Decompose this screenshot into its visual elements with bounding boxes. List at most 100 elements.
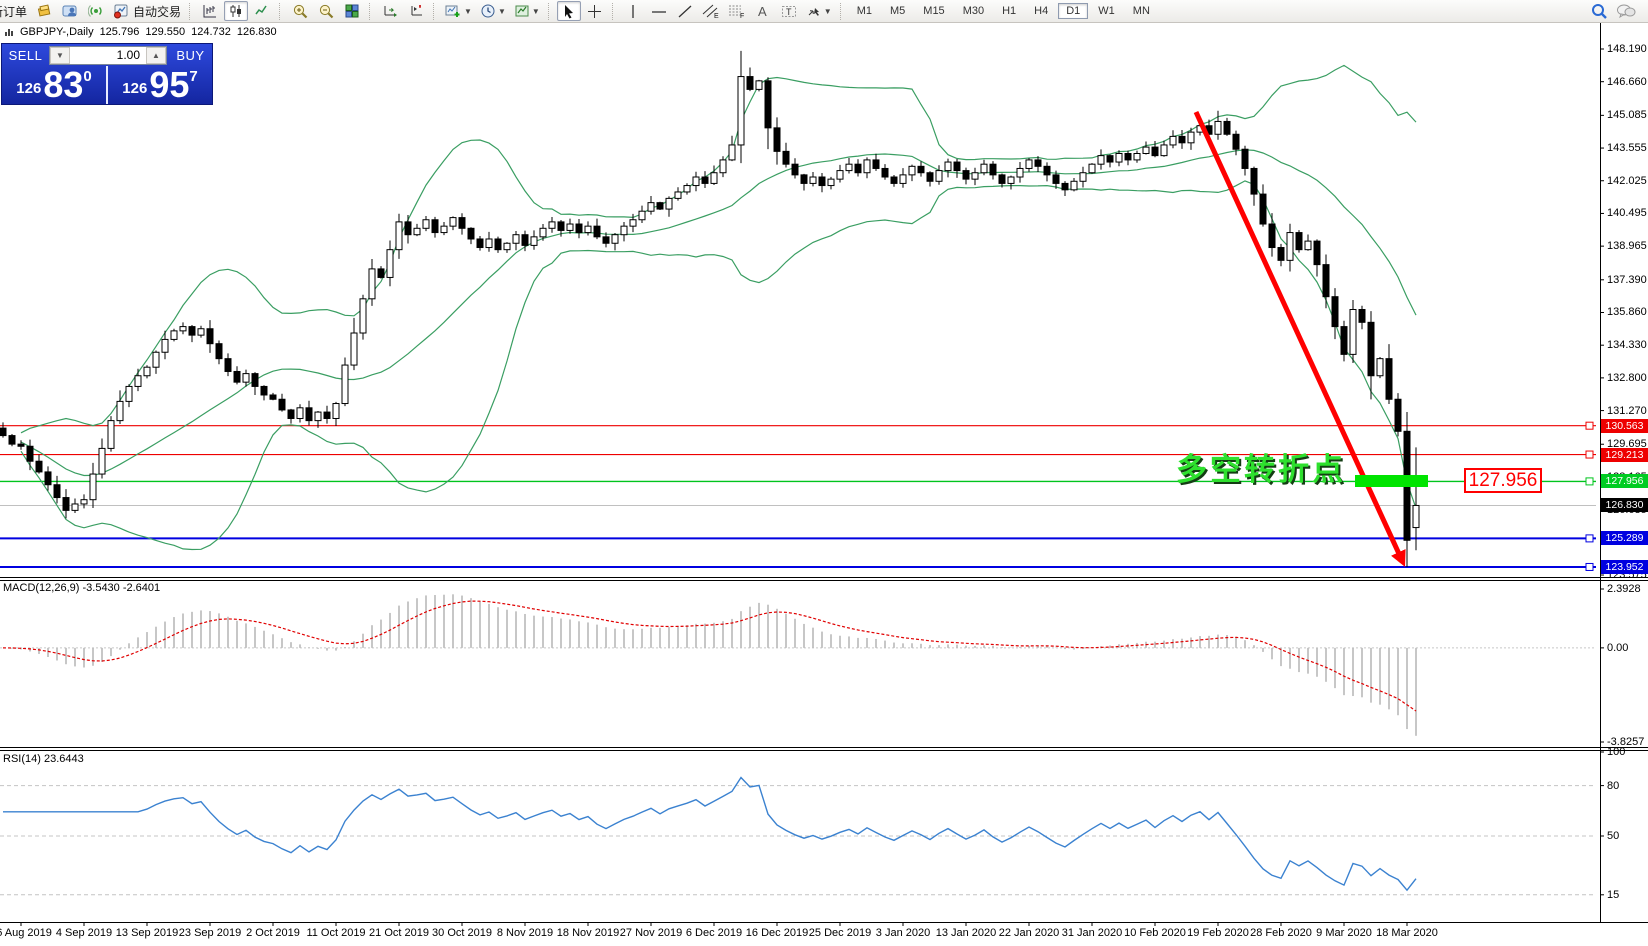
sell-button[interactable]: SELL <box>2 48 49 63</box>
sell-price-big: 83 <box>43 71 83 100</box>
macd-axis-label: 0.00 <box>1607 642 1628 654</box>
toolbar-separator <box>279 3 283 20</box>
date-axis-label: 23 Sep 2019 <box>179 927 241 939</box>
svg-text:T: T <box>786 7 792 17</box>
new-order-icon[interactable] <box>32 1 56 21</box>
date-axis-label: 3 Jan 2020 <box>876 927 930 939</box>
date-axis-label: 11 Oct 2019 <box>306 927 365 939</box>
price-tag-127.956: 127.956 <box>1601 474 1648 488</box>
price-axis-label: 145.085 <box>1607 109 1647 121</box>
price-axis-label: 138.965 <box>1607 240 1647 252</box>
chevron-down-icon: ▼ <box>464 7 472 16</box>
chart-candles-icon[interactable] <box>224 1 248 21</box>
date-axis-label: 18 Nov 2019 <box>557 927 619 939</box>
search-icon[interactable] <box>1587 1 1611 21</box>
tab-timeframe-w1[interactable]: W1 <box>1090 3 1123 19</box>
mql-community-icon[interactable] <box>58 1 82 21</box>
turning-point-annotation: 多空转折点 <box>1176 444 1346 489</box>
crosshair-icon[interactable] <box>583 1 607 21</box>
price-axis-label: 142.025 <box>1607 175 1647 187</box>
toolbar-separator <box>369 3 373 20</box>
chart-shift-icon[interactable] <box>404 1 428 21</box>
new-order-label: 新订单 <box>0 3 27 20</box>
tab-timeframe-h1[interactable]: H1 <box>994 3 1024 19</box>
buy-button[interactable]: BUY <box>167 48 214 63</box>
macd-axis-label: 2.3928 <box>1607 583 1641 595</box>
tab-timeframe-d1[interactable]: D1 <box>1058 3 1088 19</box>
date-axis-label: 25 Dec 2019 <box>809 927 871 939</box>
price-axis-label: 148.190 <box>1607 43 1647 55</box>
chart-bars-icon[interactable] <box>198 1 222 21</box>
price-axis-label: 146.660 <box>1607 76 1647 88</box>
date-axis-label: 28 Feb 2020 <box>1250 927 1312 939</box>
toolbar-separator <box>433 3 437 20</box>
sell-price-small: 126 <box>16 80 41 97</box>
tab-timeframe-m5[interactable]: M5 <box>882 3 913 19</box>
date-axis-label: 16 Dec 2019 <box>746 927 808 939</box>
date-axis-label: 26 Aug 2019 <box>0 927 52 939</box>
tab-timeframe-mn[interactable]: MN <box>1125 3 1158 19</box>
chevron-down-icon: ▼ <box>824 7 832 16</box>
text-tool-icon[interactable]: A <box>751 1 775 21</box>
chart-canvas[interactable] <box>0 0 1648 946</box>
templates-icon[interactable]: ▼ <box>511 1 543 21</box>
signals-icon[interactable] <box>84 1 108 21</box>
auto-scroll-icon[interactable] <box>378 1 402 21</box>
chat-icon[interactable] <box>1613 1 1639 21</box>
fibonacci-tool-icon[interactable]: F <box>725 1 749 21</box>
horizontal-line-tool-icon[interactable] <box>647 1 671 21</box>
tab-timeframe-m30[interactable]: M30 <box>955 3 992 19</box>
date-axis-label: 27 Nov 2019 <box>620 927 682 939</box>
arrows-tool-icon[interactable]: ▼ <box>803 1 835 21</box>
tab-timeframe-h4[interactable]: H4 <box>1026 3 1056 19</box>
date-axis-label: 30 Oct 2019 <box>432 927 492 939</box>
date-axis-label: 10 Feb 2020 <box>1124 927 1186 939</box>
text-label-tool-icon[interactable]: T <box>777 1 801 21</box>
trendline-tool-icon[interactable] <box>673 1 697 21</box>
periods-icon[interactable]: ▼ <box>477 1 509 21</box>
volume-increase-button[interactable]: ▲ <box>146 47 166 64</box>
price-tag-123.952: 123.952 <box>1601 560 1648 574</box>
symbol-name: GBPJPY-,Daily <box>20 26 94 38</box>
price-axis-label: 140.495 <box>1607 207 1647 219</box>
buy-price[interactable]: 126 95 7 <box>106 66 212 104</box>
buy-price-small: 126 <box>122 80 147 97</box>
date-axis-label: 2 Oct 2019 <box>246 927 300 939</box>
price-tag-125.289: 125.289 <box>1601 531 1648 545</box>
indicators-icon[interactable]: ▼ <box>442 1 475 21</box>
top-toolbar: 新订单 自动交易 ▼ ▼ <box>0 0 1648 23</box>
one-click-trading-panel: SELL ▼ 1.00 ▲ BUY 126 83 0 126 95 7 <box>1 43 213 105</box>
volume-decrease-button[interactable]: ▼ <box>50 47 70 64</box>
date-axis-label: 13 Sep 2019 <box>116 927 178 939</box>
zoom-out-icon[interactable] <box>314 1 338 21</box>
svg-text:E: E <box>714 13 719 19</box>
date-axis-label: 19 Feb 2020 <box>1187 927 1249 939</box>
chart-symbol-icon <box>4 27 14 37</box>
toolbar-separator <box>189 3 193 20</box>
zoom-in-icon[interactable] <box>288 1 312 21</box>
autotrading-button[interactable]: 自动交易 <box>110 1 184 21</box>
equidistant-channel-tool-icon[interactable]: E <box>699 1 723 21</box>
ohlc-open: 125.796 <box>100 26 140 38</box>
volume-input[interactable]: 1.00 <box>70 47 146 64</box>
price-callout-box[interactable]: 127.956 <box>1464 468 1542 493</box>
rsi-axis-label: 50 <box>1607 830 1619 842</box>
tab-timeframe-m15[interactable]: M15 <box>915 3 952 19</box>
tab-timeframe-m1[interactable]: M1 <box>849 3 880 19</box>
green-zone-rectangle[interactable] <box>1355 475 1428 487</box>
new-order-button[interactable]: 新订单 <box>0 1 30 21</box>
sell-price[interactable]: 126 83 0 <box>2 66 106 104</box>
vertical-line-tool-icon[interactable] <box>621 1 645 21</box>
ohlc-high: 129.550 <box>145 26 185 38</box>
cursor-icon[interactable] <box>557 1 581 21</box>
price-tag-126.830: 126.830 <box>1601 498 1648 512</box>
date-axis-label: 6 Dec 2019 <box>686 927 742 939</box>
chart-line-icon[interactable] <box>250 1 274 21</box>
price-axis-label: 134.330 <box>1607 339 1647 351</box>
price-tag-130.563: 130.563 <box>1601 419 1648 433</box>
date-axis-label: 21 Oct 2019 <box>369 927 429 939</box>
tile-windows-icon[interactable] <box>340 1 364 21</box>
date-axis-label: 8 Nov 2019 <box>497 927 553 939</box>
ohlc-low: 124.732 <box>191 26 231 38</box>
rsi-axis-label: 100 <box>1607 746 1625 758</box>
